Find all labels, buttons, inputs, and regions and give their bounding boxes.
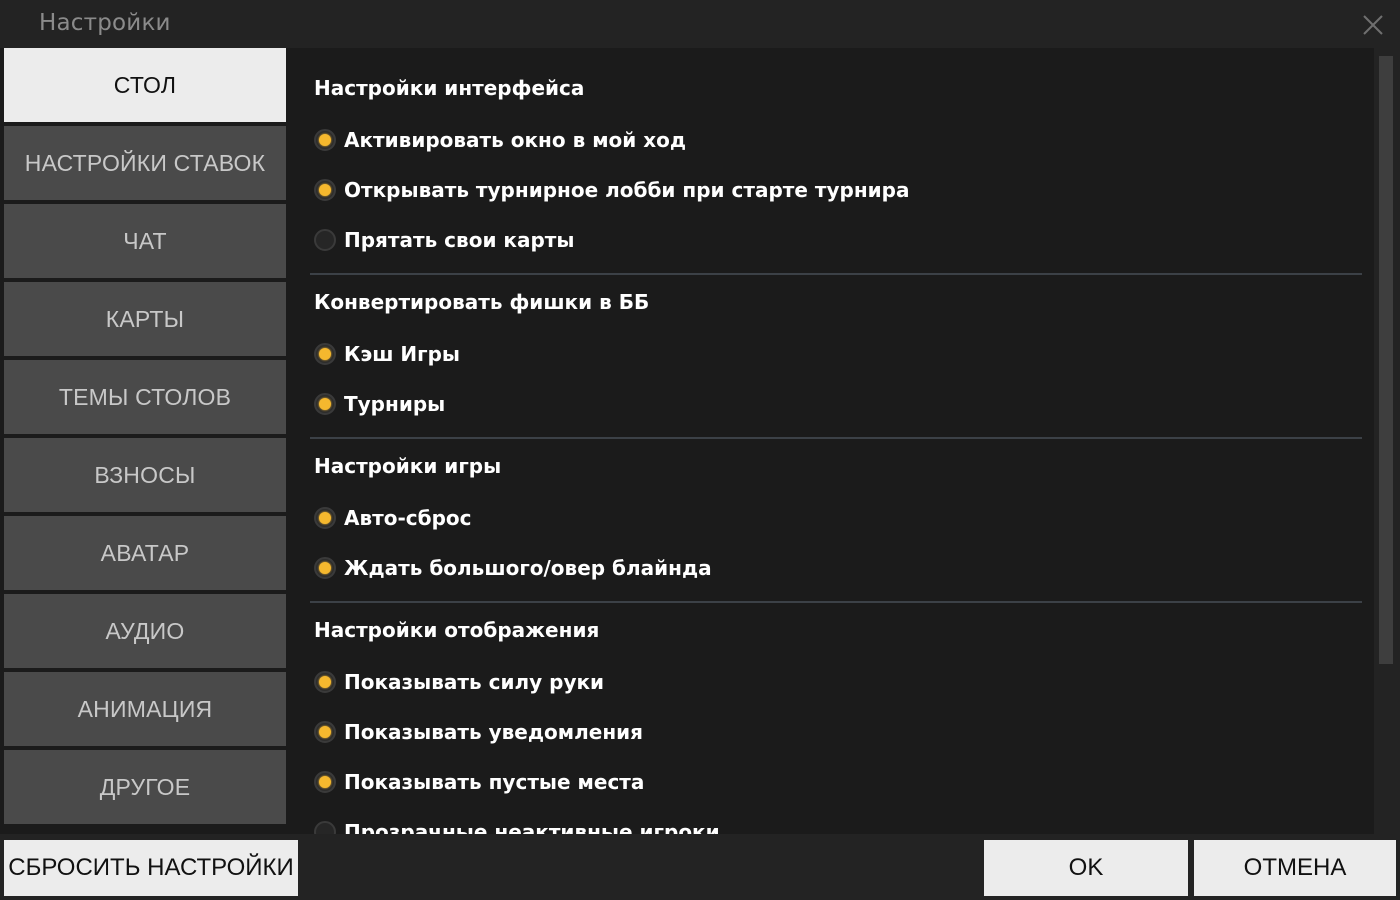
radio-checked-icon[interactable] [314, 129, 336, 151]
sidebar-item-table-themes[interactable]: ТЕМЫ СТОЛОВ [4, 360, 286, 434]
option-label: Прятать свои карты [344, 228, 575, 252]
option-show-empty-seats[interactable]: Показывать пустые места [314, 767, 644, 797]
radio-checked-icon[interactable] [314, 671, 336, 693]
section-title-interface: Настройки интерфейса [314, 76, 585, 100]
ok-button[interactable]: OK [984, 840, 1188, 896]
radio-checked-icon[interactable] [314, 507, 336, 529]
radio-checked-icon[interactable] [314, 343, 336, 365]
option-label: Кэш Игры [344, 342, 460, 366]
sidebar-item-avatar[interactable]: АВАТАР [4, 516, 286, 590]
option-tournaments[interactable]: Турниры [314, 389, 445, 419]
radio-checked-icon[interactable] [314, 179, 336, 201]
section-title-display: Настройки отображения [314, 618, 600, 642]
section-divider [310, 601, 1362, 603]
radio-checked-icon[interactable] [314, 721, 336, 743]
option-show-hand-strength[interactable]: Показывать силу руки [314, 667, 604, 697]
close-button[interactable] [1360, 12, 1386, 38]
sidebar-item-cards[interactable]: КАРТЫ [4, 282, 286, 356]
close-icon [1363, 15, 1383, 35]
radio-unchecked-icon[interactable] [314, 821, 336, 834]
section-divider [310, 273, 1362, 275]
scrollbar-thumb[interactable] [1379, 56, 1393, 664]
radio-unchecked-icon[interactable] [314, 229, 336, 251]
radio-checked-icon[interactable] [314, 557, 336, 579]
settings-window: Настройки СТОЛ НАСТРОЙКИ СТАВОК ЧАТ КАРТ… [0, 0, 1400, 900]
option-show-notifications[interactable]: Показывать уведомления [314, 717, 643, 747]
option-auto-fold[interactable]: Авто-сброс [314, 503, 472, 533]
window-title: Настройки [39, 10, 171, 36]
section-title-convert-chips: Конвертировать фишки в ББ [314, 290, 650, 314]
option-open-tourney-lobby[interactable]: Открывать турнирное лобби при старте тур… [314, 175, 909, 205]
sidebar-item-table[interactable]: СТОЛ [4, 48, 286, 122]
sidebar-item-audio[interactable]: АУДИО [4, 594, 286, 668]
sidebar-item-other[interactable]: ДРУГОЕ [4, 750, 286, 824]
settings-sidebar: СТОЛ НАСТРОЙКИ СТАВОК ЧАТ КАРТЫ ТЕМЫ СТО… [4, 48, 286, 834]
sidebar-item-chat[interactable]: ЧАТ [4, 204, 286, 278]
settings-content: Настройки интерфейса Активировать окно в… [290, 48, 1372, 834]
option-label: Ждать большого/овер блайнда [344, 556, 712, 580]
section-divider [310, 437, 1362, 439]
option-label: Показывать силу руки [344, 670, 605, 694]
option-label: Показывать пустые места [344, 770, 645, 794]
option-hide-cards[interactable]: Прятать свои карты [314, 225, 574, 255]
option-cash-games[interactable]: Кэш Игры [314, 339, 460, 369]
reset-settings-button[interactable]: СБРОСИТЬ НАСТРОЙКИ [4, 840, 298, 896]
option-transparent-inactive[interactable]: Прозрачные неактивные игроки [314, 817, 720, 834]
option-label: Открывать турнирное лобби при старте тур… [344, 178, 910, 202]
sidebar-item-animation[interactable]: АНИМАЦИЯ [4, 672, 286, 746]
radio-checked-icon[interactable] [314, 393, 336, 415]
sidebar-item-buyins[interactable]: ВЗНОСЫ [4, 438, 286, 512]
title-bar: Настройки [0, 0, 1400, 48]
radio-checked-icon[interactable] [314, 771, 336, 793]
option-label: Авто-сброс [344, 506, 472, 530]
section-title-game: Настройки игры [314, 454, 502, 478]
cancel-button[interactable]: ОТМЕНА [1194, 840, 1396, 896]
option-label: Турниры [344, 392, 446, 416]
option-label: Показывать уведомления [344, 720, 643, 744]
option-activate-window[interactable]: Активировать окно в мой ход [314, 125, 686, 155]
option-label: Активировать окно в мой ход [344, 128, 687, 152]
option-label: Прозрачные неактивные игроки [344, 820, 720, 834]
option-wait-big-blind[interactable]: Ждать большого/овер блайнда [314, 553, 712, 583]
sidebar-item-bet-settings[interactable]: НАСТРОЙКИ СТАВОК [4, 126, 286, 200]
